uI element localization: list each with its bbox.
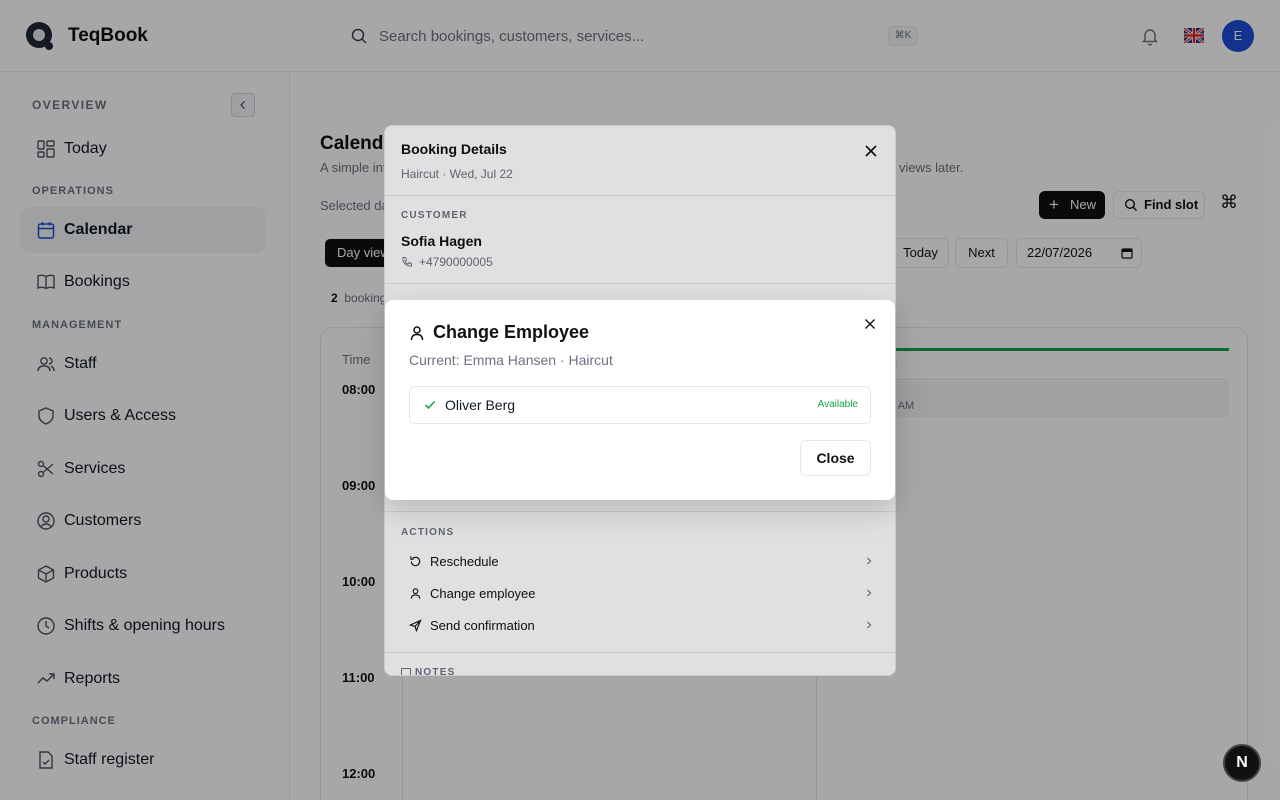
close-icon[interactable]	[863, 317, 877, 331]
current-assignment: Current: Emma Hansen · Haircut	[409, 352, 613, 368]
close-button[interactable]: Close	[800, 440, 871, 476]
modal-title: Change Employee	[433, 322, 590, 342]
employee-name: Oliver Berg	[445, 397, 516, 413]
availability-status: Available	[817, 399, 858, 410]
employee-option[interactable]: Oliver Berg Available	[409, 386, 871, 424]
check-icon	[424, 400, 436, 410]
nextjs-dev-badge[interactable]: N	[1223, 744, 1261, 782]
user-icon	[410, 326, 424, 341]
change-employee-modal: Change Employee Current: Emma Hansen · H…	[385, 300, 895, 500]
